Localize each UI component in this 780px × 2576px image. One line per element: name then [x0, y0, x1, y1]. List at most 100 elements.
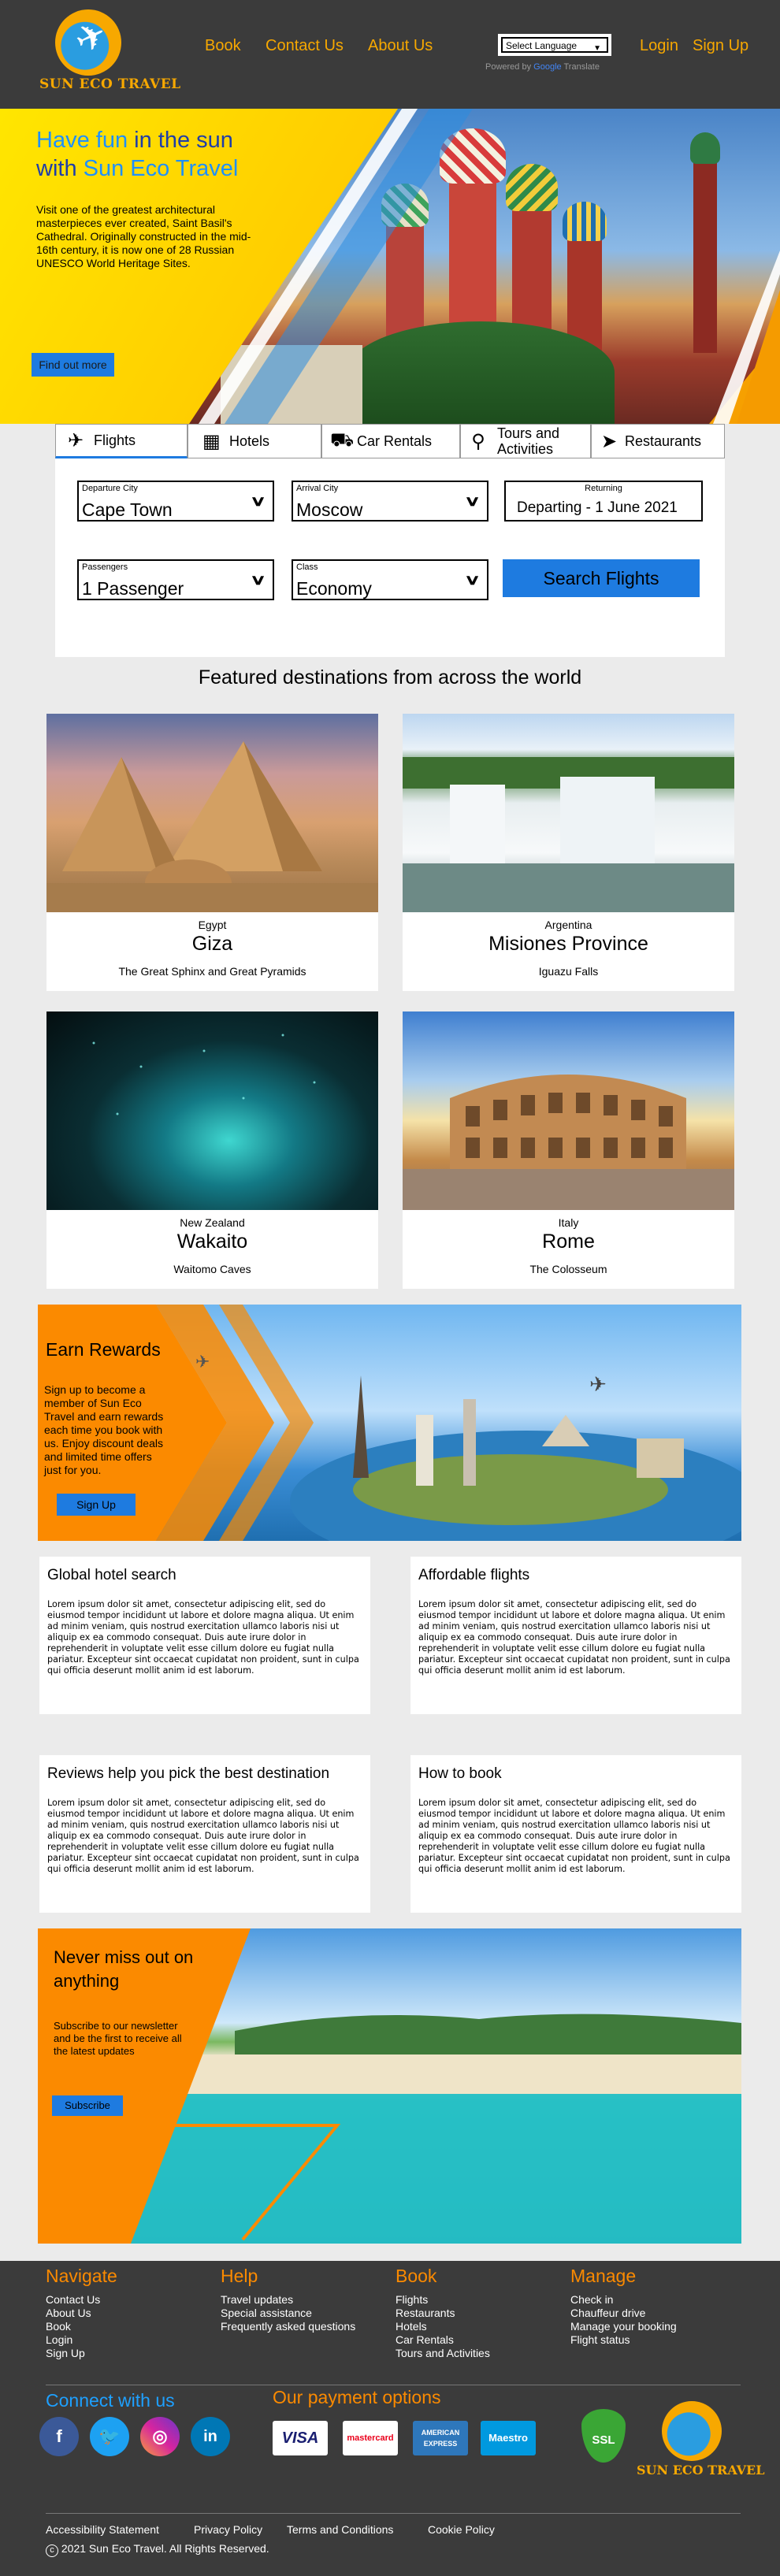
footer-link[interactable]: Hotels	[396, 2320, 490, 2333]
footer-divider	[46, 2513, 741, 2514]
footer-link[interactable]: Car Rentals	[396, 2333, 490, 2347]
svg-text:✈: ✈	[589, 1373, 607, 1397]
search-flights-button[interactable]: Search Flights	[503, 559, 700, 597]
booking-search-panel: ✈ Flights ▦ Hotels ⛟ Car Rentals ⚲ Tours…	[55, 424, 725, 657]
colosseum-image	[403, 1011, 734, 1210]
info-box: How to book Lorem ipsum dolor sit amet, …	[410, 1755, 741, 1913]
footer-link[interactable]: Restaurants	[396, 2307, 490, 2320]
footer-manage: Manage Check in Chauffeur drive Manage y…	[570, 2266, 677, 2347]
tab-tours-activities[interactable]: ⚲ Tours and Activities	[460, 424, 591, 458]
footer-logo-icon	[662, 2401, 722, 2461]
card-country: Italy	[558, 1216, 579, 1229]
search-tabs: ✈ Flights ▦ Hotels ⛟ Car Rentals ⚲ Tours…	[55, 424, 725, 458]
card-description: The Great Sphinx and Great Pyramids	[118, 965, 306, 978]
nav-login-link[interactable]: Login	[640, 37, 678, 55]
brand-name: SUN ECO TRAVEL	[39, 76, 181, 92]
card-city: Misiones Province	[488, 933, 648, 955]
card-country: New Zealand	[180, 1216, 245, 1229]
language-select-label: Select Language	[506, 40, 578, 51]
featured-title: Featured destinations from across the wo…	[198, 666, 582, 689]
maestro-icon: Maestro	[481, 2421, 536, 2455]
footer-navigate: Navigate Contact Us About Us Book Login …	[46, 2266, 117, 2360]
rewards-signup-button[interactable]: Sign Up	[57, 1494, 136, 1516]
footer-link[interactable]: Chauffeur drive	[570, 2307, 677, 2320]
footer-link[interactable]: Contact Us	[46, 2293, 117, 2307]
info-text: Lorem ipsum dolor sit amet, consectetur …	[418, 1599, 730, 1676]
tab-car-rentals[interactable]: ⛟ Car Rentals	[321, 424, 460, 458]
footer-link[interactable]: Frequently asked questions	[221, 2320, 355, 2333]
chevron-down-icon: ∨	[463, 572, 481, 588]
footer-link[interactable]: Flight status	[570, 2333, 677, 2347]
nav-signup-link[interactable]: Sign Up	[693, 37, 748, 55]
chevron-down-icon: ∨	[249, 493, 266, 509]
cookie-link[interactable]: Cookie Policy	[428, 2523, 495, 2536]
footer-link[interactable]: Sign Up	[46, 2347, 117, 2360]
footer-link[interactable]: Book	[46, 2320, 117, 2333]
svg-text:✈: ✈	[195, 1353, 210, 1372]
destination-card[interactable]: New Zealand Wakaito Waitomo Caves	[46, 1011, 378, 1289]
chevron-down-icon: ∨	[463, 493, 481, 509]
privacy-link[interactable]: Privacy Policy	[194, 2523, 262, 2536]
footer-book: Book Flights Restaurants Hotels Car Rent…	[396, 2266, 490, 2360]
bicycle-icon: ⚲	[471, 430, 485, 452]
newsletter-banner: Never miss out on anything Subscribe to …	[38, 1928, 741, 2244]
info-text: Lorem ipsum dolor sit amet, consectetur …	[47, 1599, 359, 1676]
passengers-select[interactable]: Passengers 1 Passenger ∨	[77, 559, 274, 600]
footer-link[interactable]: Login	[46, 2333, 117, 2347]
footer-link[interactable]: About Us	[46, 2307, 117, 2320]
footer-link[interactable]: Tours and Activities	[396, 2347, 490, 2360]
destination-card[interactable]: Argentina Misiones Province Iguazu Falls	[403, 714, 734, 991]
info-text: Lorem ipsum dolor sit amet, consectetur …	[47, 1798, 359, 1874]
connect-title: Connect with us	[46, 2390, 175, 2411]
footer-link[interactable]: Travel updates	[221, 2293, 355, 2307]
card-country: Egypt	[198, 919, 227, 931]
restaurant-icon: ➤	[600, 430, 618, 452]
info-title: How to book	[418, 1765, 502, 1782]
card-city: Rome	[542, 1230, 595, 1253]
iguazu-falls-image	[403, 714, 734, 912]
footer-link[interactable]: Special assistance	[221, 2307, 355, 2320]
card-country: Argentina	[544, 919, 592, 931]
nav-contact-link[interactable]: Contact Us	[266, 37, 344, 55]
info-box: Affordable flights Lorem ipsum dolor sit…	[410, 1557, 741, 1714]
card-description: The Colosseum	[529, 1263, 607, 1275]
tab-restaurants[interactable]: ➤ Restaurants	[591, 424, 725, 458]
instagram-icon[interactable]: ◎	[140, 2417, 180, 2456]
footer-link[interactable]: Flights	[396, 2293, 490, 2307]
newsletter-text: Subscribe to our newsletter and be the f…	[54, 2020, 182, 2057]
info-box: Reviews help you pick the best destinati…	[39, 1755, 370, 1913]
class-select[interactable]: Class Economy ∨	[292, 559, 488, 600]
arrival-city-select[interactable]: Arrival City Moscow ∨	[292, 481, 488, 522]
destination-card[interactable]: Egypt Giza The Great Sphinx and Great Py…	[46, 714, 378, 991]
info-title: Reviews help you pick the best destinati…	[47, 1765, 330, 1782]
google-logo: Google	[533, 62, 562, 72]
accessibility-link[interactable]: Accessibility Statement	[46, 2523, 159, 2536]
find-out-more-button[interactable]: Find out more	[32, 353, 114, 377]
destination-card[interactable]: Italy Rome The Colosseum	[403, 1011, 734, 1289]
payment-title: Our payment options	[273, 2387, 441, 2407]
footer-link[interactable]: Check in	[570, 2293, 677, 2307]
terms-link[interactable]: Terms and Conditions	[287, 2523, 393, 2536]
footer-brand-name: SUN ECO TRAVEL	[637, 2463, 765, 2478]
tab-flights[interactable]: ✈ Flights	[55, 424, 188, 458]
language-select[interactable]: Select Language ▼	[498, 34, 611, 56]
card-description: Waitomo Caves	[173, 1263, 251, 1275]
waitomo-caves-image	[46, 1011, 378, 1210]
visa-icon: VISA	[273, 2421, 328, 2455]
facebook-icon[interactable]: f	[39, 2417, 79, 2456]
rewards-banner: ✈ ✈ Earn Rewards Sign up to become a mem…	[38, 1305, 741, 1541]
chevron-down-icon: ∨	[249, 572, 266, 588]
linkedin-icon[interactable]: in	[191, 2417, 230, 2456]
nav-about-link[interactable]: About Us	[368, 37, 433, 55]
twitter-icon[interactable]: 🐦	[90, 2417, 129, 2456]
nav-book-link[interactable]: Book	[205, 37, 241, 55]
giza-pyramids-image	[46, 714, 378, 912]
powered-by-google: Powered by Google Translate	[485, 62, 600, 72]
mastercard-icon: mastercard	[343, 2421, 398, 2455]
tab-hotels[interactable]: ▦ Hotels	[188, 424, 321, 458]
amex-icon: AMERICAN EXPRESS	[413, 2421, 468, 2455]
returning-date-field[interactable]: Returning Departing - 1 June 2021	[504, 481, 703, 522]
footer-link[interactable]: Manage your booking	[570, 2320, 677, 2333]
subscribe-button[interactable]: Subscribe	[52, 2095, 123, 2116]
departure-city-select[interactable]: Departure City Cape Town ∨	[77, 481, 274, 522]
